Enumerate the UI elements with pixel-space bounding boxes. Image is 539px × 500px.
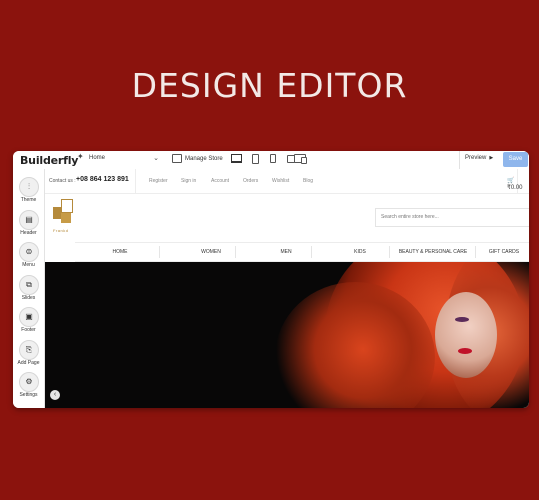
store-icon: [172, 154, 182, 163]
preview-button[interactable]: Preview ▶: [465, 155, 493, 161]
manage-store-label: Manage Store: [185, 156, 223, 163]
header-icon: ▤: [19, 210, 39, 230]
contact-label: Contact us :: [49, 178, 76, 184]
store-search-input[interactable]: Search entire store here...: [375, 208, 529, 227]
hero-banner-image[interactable]: ‹: [45, 262, 529, 408]
nav-divider: [311, 246, 312, 258]
tool-label: Slides: [21, 295, 36, 301]
tool-settings[interactable]: ⚙ Settings: [13, 372, 44, 404]
store-logo-text: Frankd: [53, 228, 69, 233]
settings-icon: ⚙: [19, 372, 39, 392]
search-placeholder: Search entire store here...: [381, 214, 439, 220]
design-editor-window: Builderfly ✦ Home ⌄ Manage Store Preview…: [13, 151, 529, 408]
store-logo[interactable]: Frankd: [53, 199, 81, 233]
topbar-divider: [459, 151, 460, 169]
tool-footer[interactable]: ▣ Footer: [13, 307, 44, 339]
nav-divider: [475, 246, 476, 258]
tool-label: Footer: [21, 327, 36, 333]
tool-theme[interactable]: ⫶ Theme: [13, 177, 44, 209]
footer-icon: ▣: [19, 307, 39, 327]
tool-label: Header: [20, 230, 37, 236]
store-preview-canvas[interactable]: Contact us : +08 864 123 891 Register Si…: [45, 169, 529, 408]
nav-home[interactable]: HOME: [75, 243, 165, 261]
preview-label: Preview: [465, 155, 487, 161]
logo-mark-icon: ✦: [77, 152, 84, 161]
tool-menu[interactable]: ⊜ Menu: [13, 242, 44, 274]
nav-divider: [159, 246, 160, 258]
link-wishlist[interactable]: Wishlist: [272, 178, 289, 184]
editor-tool-sidebar: ⫶ Theme ▤ Header ⊜ Menu ⧉ Slides ▣ Foote…: [13, 169, 45, 408]
link-register[interactable]: Register: [149, 178, 168, 184]
nav-divider: [389, 246, 390, 258]
tool-label: Menu: [22, 262, 35, 268]
tool-header[interactable]: ▤ Header: [13, 210, 44, 242]
page-select-value: Home: [89, 155, 106, 161]
link-blog[interactable]: Blog: [303, 178, 313, 184]
page-headline: DESIGN EDITOR: [131, 66, 408, 105]
top-bar-divider: [135, 169, 136, 193]
nav-beauty-personal-care[interactable]: BEAUTY & PERSONAL CARE: [393, 243, 473, 261]
add-page-icon: ⎘: [19, 340, 39, 360]
contact-phone: +08 864 123 891: [76, 176, 129, 183]
tool-label: Theme: [20, 197, 37, 203]
nav-gift-cards[interactable]: GIFT CARDS: [479, 243, 529, 261]
tablet-view-icon[interactable]: [252, 154, 259, 164]
mobile-view-icon[interactable]: [270, 154, 276, 163]
desktop-view-icon[interactable]: [231, 154, 242, 163]
manage-store-button[interactable]: Manage Store: [172, 154, 223, 163]
tool-label: Settings: [19, 392, 38, 398]
tool-add-page[interactable]: ⎘ Add Page: [13, 340, 44, 372]
play-icon: ▶: [489, 155, 494, 161]
store-main-nav: HOME WOMEN MEN KIDS BEAUTY & PERSONAL CA…: [75, 242, 529, 262]
builderfly-logo: Builderfly: [20, 154, 79, 167]
nav-divider: [235, 246, 236, 258]
slider-prev-arrow-icon[interactable]: ‹: [50, 390, 60, 400]
link-sign-in[interactable]: Sign in: [181, 178, 196, 184]
link-orders[interactable]: Orders: [243, 178, 258, 184]
slides-icon: ⧉: [19, 275, 39, 295]
link-account[interactable]: Account: [211, 178, 229, 184]
save-button[interactable]: Save: [503, 152, 528, 167]
sliders-icon: ⫶: [19, 177, 39, 197]
editor-topbar: Builderfly ✦ Home ⌄ Manage Store Preview…: [13, 151, 529, 170]
store-top-bar: Contact us : +08 864 123 891 Register Si…: [45, 169, 529, 194]
cart-button[interactable]: 🛒₹0.00: [507, 177, 529, 191]
menu-icon: ⊜: [19, 242, 39, 262]
all-devices-view-icon[interactable]: [287, 154, 307, 164]
cart-icon: 🛒: [507, 178, 515, 184]
nav-men[interactable]: MEN: [261, 243, 311, 261]
nav-women[interactable]: WOMEN: [181, 243, 241, 261]
tool-label: Add Page: [17, 360, 40, 366]
tool-slides[interactable]: ⧉ Slides: [13, 275, 44, 307]
page-select[interactable]: Home ⌄: [87, 153, 161, 166]
cart-total: ₹0.00: [507, 185, 523, 191]
chevron-down-icon: ⌄: [153, 155, 159, 162]
nav-kids[interactable]: KIDS: [334, 243, 386, 261]
